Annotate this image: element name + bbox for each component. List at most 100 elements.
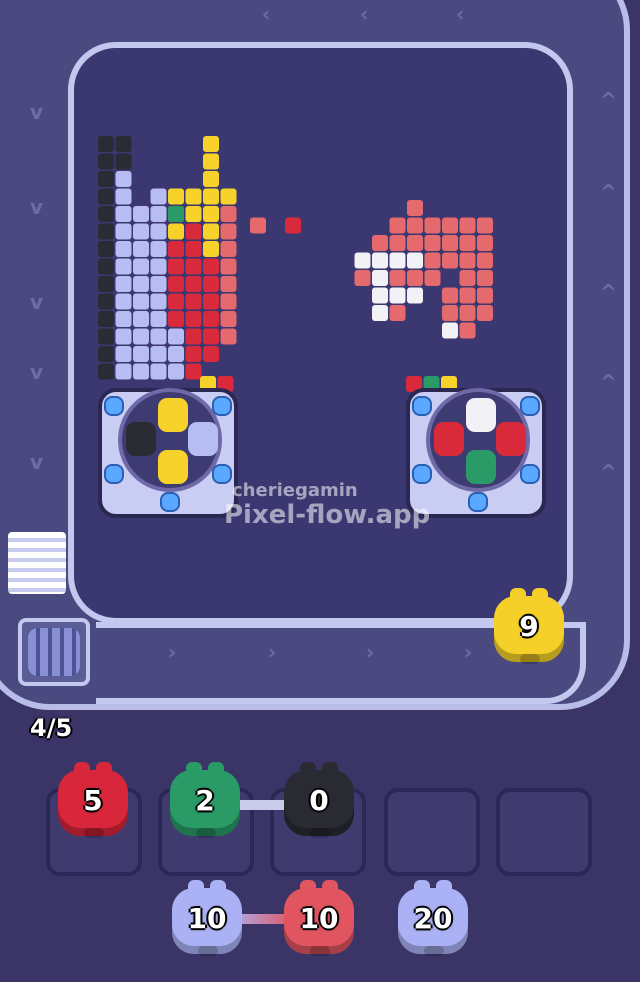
pixel-block — [185, 363, 202, 380]
pixel-block — [442, 235, 458, 251]
lamp-icon — [104, 464, 124, 484]
pixel-block — [98, 153, 114, 170]
pixel-block — [115, 258, 132, 275]
pixel-block — [168, 258, 184, 275]
waiting-piggy-lavender[interactable]: 20 — [398, 880, 468, 960]
pixel-block — [98, 188, 114, 205]
pixel-block — [185, 346, 202, 362]
pixel-block — [372, 287, 388, 304]
pixel-block — [98, 258, 114, 275]
slot-piggy-red[interactable]: 5 — [58, 762, 128, 842]
spool-box — [18, 618, 90, 686]
watermark-handle: cheriegamin — [232, 480, 358, 501]
pixel-block — [133, 311, 149, 327]
pixel-block — [115, 188, 132, 205]
pixel-block — [407, 200, 423, 216]
pixel-block — [459, 322, 476, 339]
pixel-block — [150, 293, 167, 310]
pixel-block — [407, 217, 423, 234]
waiting-piggy-lavender[interactable]: 10 — [172, 880, 242, 960]
pixel-block — [115, 241, 132, 257]
pixel-block — [115, 276, 132, 292]
piggy-green — [466, 450, 496, 484]
pixel-block — [150, 188, 167, 205]
pixel-block — [442, 287, 458, 304]
pixel-block — [477, 235, 493, 251]
pixel-block — [150, 346, 167, 362]
lamp-icon — [520, 464, 540, 484]
piggy-number: 5 — [83, 784, 103, 817]
pixel-block — [98, 241, 114, 257]
pixel-block — [459, 217, 476, 234]
pixel-block — [203, 136, 219, 152]
pixel-block — [168, 206, 184, 222]
pixel-block — [185, 293, 202, 310]
slot-piggy-green[interactable]: 2 — [170, 762, 240, 842]
pixel-block — [477, 305, 493, 321]
pixel-block — [98, 293, 114, 310]
pixel-block — [185, 188, 202, 205]
pixel-block — [115, 328, 132, 345]
pixel-block — [168, 223, 184, 240]
pixel-block — [354, 252, 371, 269]
spool-icon — [28, 628, 80, 676]
piggy-number: 10 — [299, 902, 339, 935]
pixel-block — [98, 171, 114, 187]
pixel-block — [220, 293, 237, 310]
pixel-block — [250, 217, 266, 234]
pixel-block — [150, 311, 167, 327]
pixel-block — [389, 217, 406, 234]
piggy-red — [496, 422, 526, 456]
pixel-block — [203, 293, 219, 310]
pixel-block — [98, 223, 114, 240]
pixel-block — [98, 136, 114, 152]
pixel-block — [133, 328, 149, 345]
pixel-block — [389, 235, 406, 251]
slot-piggy-black[interactable]: 0 — [284, 762, 354, 842]
pixel-block — [407, 287, 423, 304]
lamp-icon — [412, 464, 432, 484]
pixel-block — [168, 328, 184, 345]
pixel-block — [185, 206, 202, 222]
pixel-block — [372, 270, 388, 286]
pixel-block — [98, 206, 114, 222]
pixel-block — [203, 328, 219, 345]
watermark-site: Pixel-flow.app — [224, 500, 431, 530]
pixel-block — [133, 258, 149, 275]
pixel-block — [115, 293, 132, 310]
pixel-block — [115, 206, 132, 222]
machine-right[interactable] — [406, 388, 546, 518]
conveyor-piggy[interactable]: 9 — [494, 588, 564, 668]
pixel-block — [98, 363, 114, 380]
pixel-block — [203, 188, 219, 205]
machine-disk — [118, 388, 222, 492]
piggy-black — [126, 422, 156, 456]
pixel-block — [133, 241, 149, 257]
pixel-block — [98, 328, 114, 345]
pixel-block — [115, 223, 132, 240]
pixel-block — [389, 305, 406, 321]
waiting-piggy-salmon[interactable]: 10 — [284, 880, 354, 960]
pixel-block — [220, 206, 237, 222]
pixel-block — [115, 136, 132, 152]
pixel-block — [168, 363, 184, 380]
piggy-number: 2 — [195, 784, 215, 817]
slot-4[interactable] — [384, 788, 480, 876]
pixel-block — [133, 346, 149, 362]
pixel-block — [459, 287, 476, 304]
pixel-block — [115, 311, 132, 327]
pixel-block — [424, 217, 441, 234]
pixel-block — [459, 235, 476, 251]
piggy-number: 0 — [309, 784, 329, 817]
pixel-block — [203, 311, 219, 327]
pixel-block — [354, 270, 371, 286]
slot-5[interactable] — [496, 788, 592, 876]
pixel-block — [115, 153, 132, 170]
piggy-number: 20 — [413, 902, 453, 935]
pixel-block — [203, 206, 219, 222]
pixel-block — [424, 235, 441, 251]
pixel-block — [133, 206, 149, 222]
pixel-block — [220, 311, 237, 327]
machine-left[interactable] — [98, 388, 238, 518]
lamp-icon — [212, 464, 232, 484]
